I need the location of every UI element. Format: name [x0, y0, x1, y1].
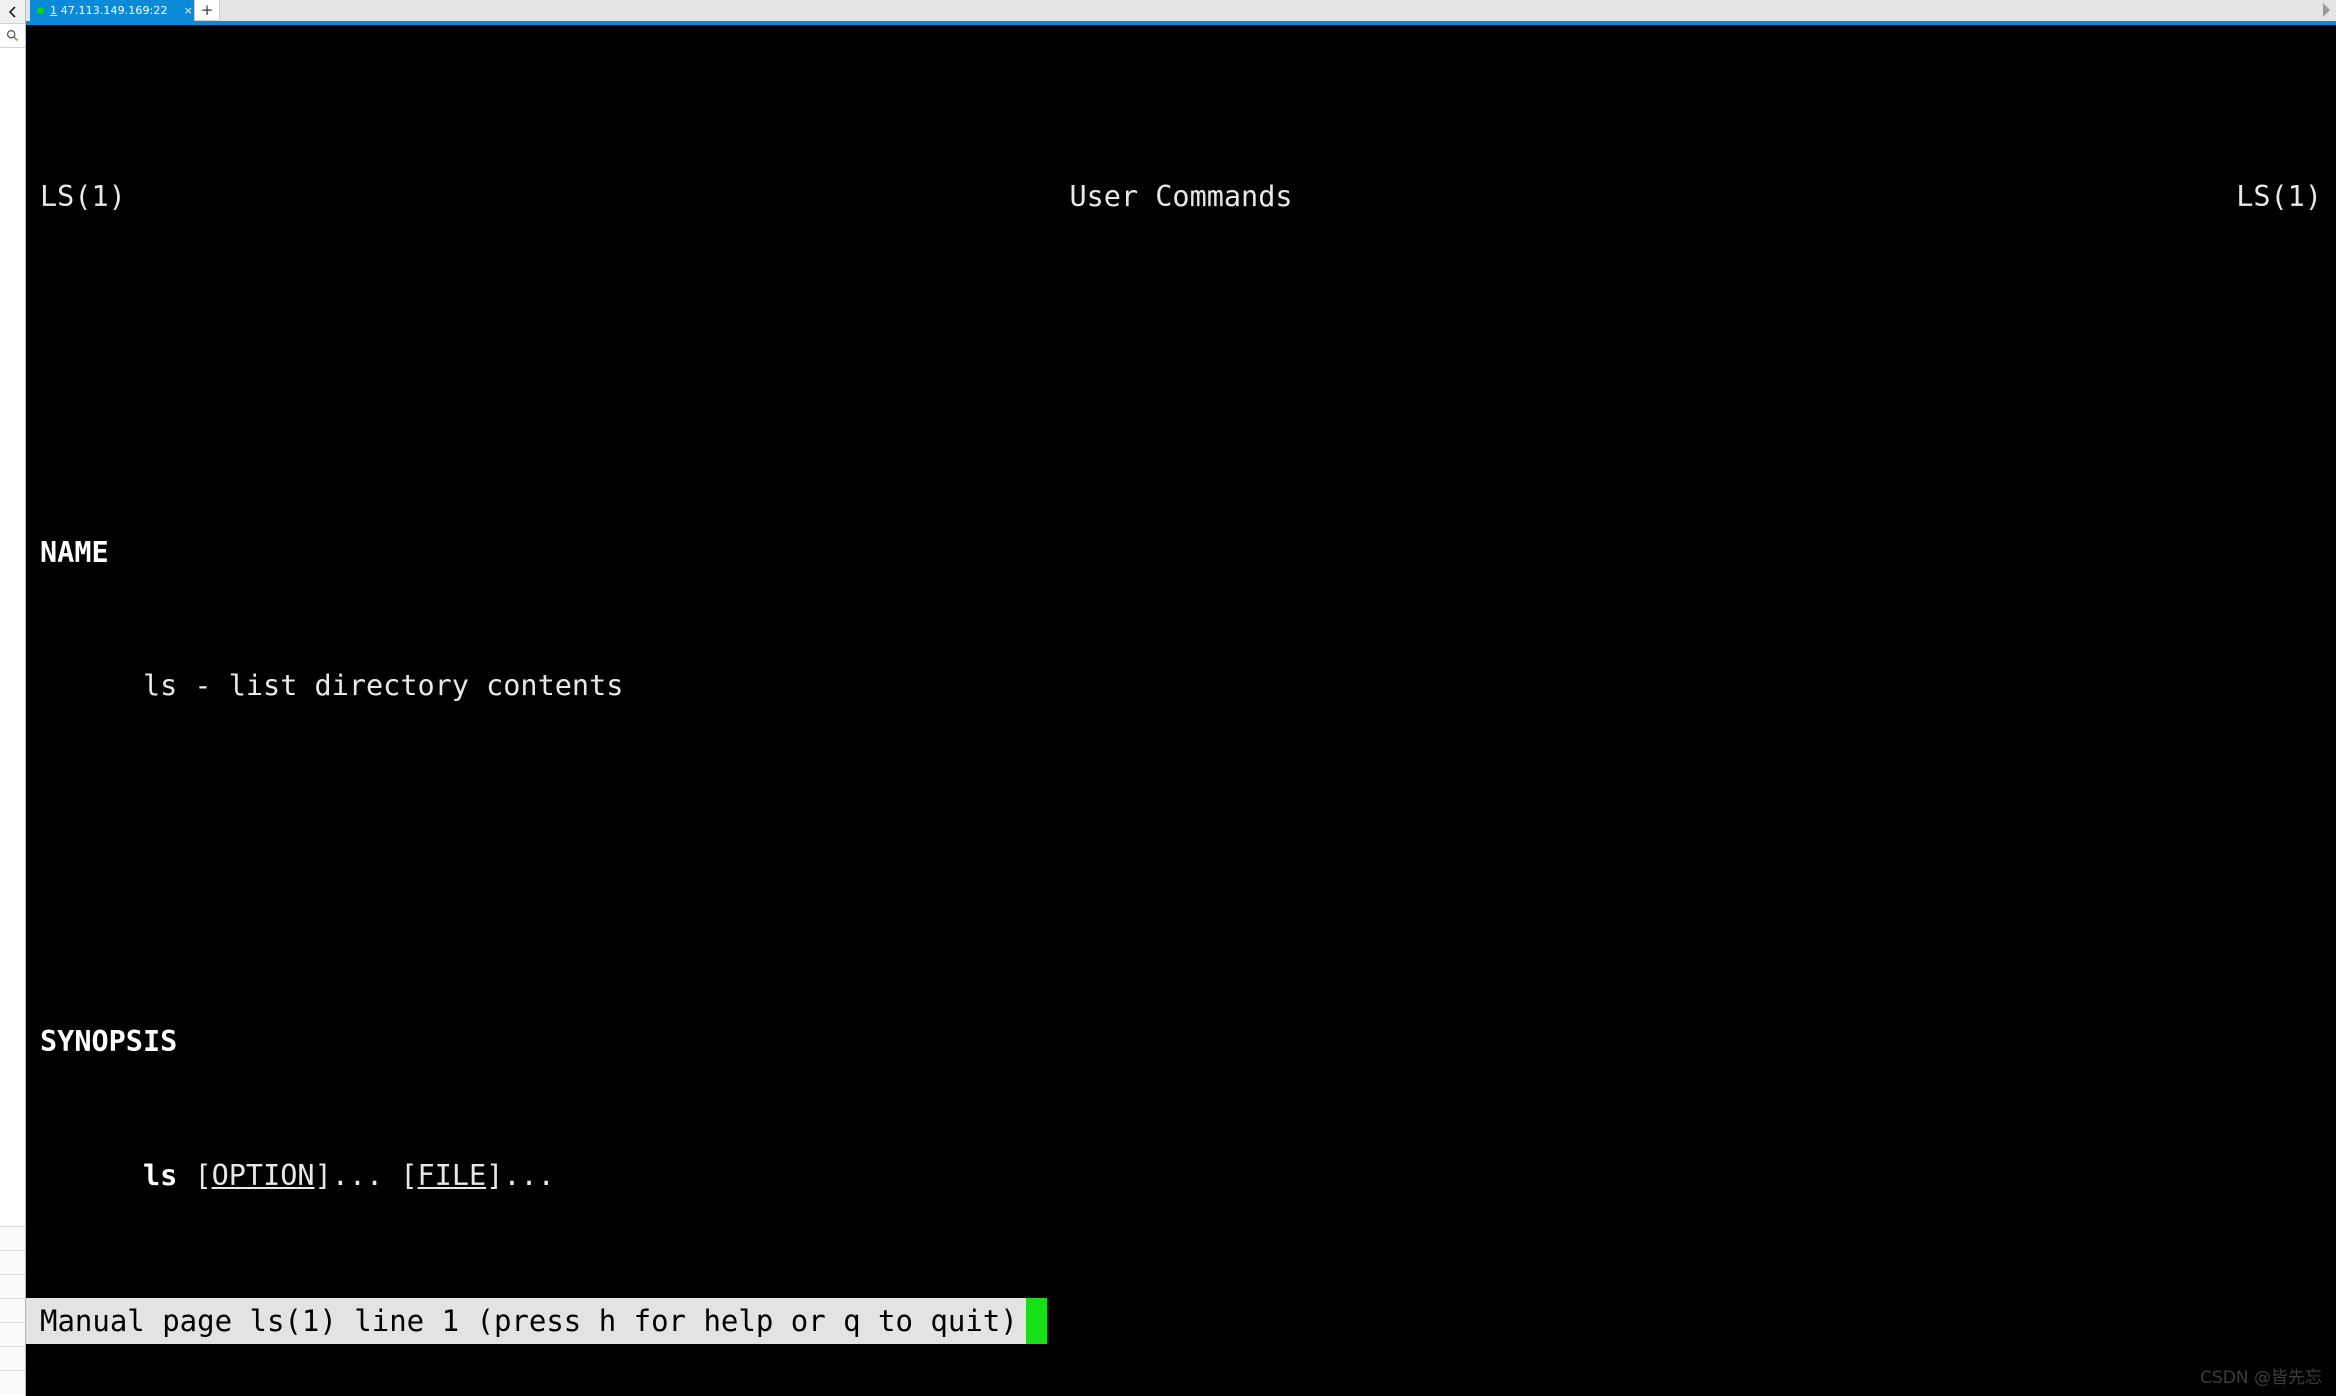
tab-label: 1 47.113.149.169:22	[50, 4, 168, 17]
sidebar-divider	[0, 1322, 25, 1346]
text-cursor	[1025, 1298, 1047, 1344]
sidebar-divider	[0, 1274, 25, 1298]
manpage-content: LS(1) User Commands LS(1) NAME ls - list d…	[26, 25, 2336, 1396]
connection-status-icon	[37, 7, 44, 14]
synopsis-command: ls	[142, 1158, 178, 1192]
synopsis-text-2: ]... [	[314, 1158, 418, 1192]
sidebar-divider	[0, 1298, 25, 1322]
manpage-header: LS(1) User Commands LS(1)	[26, 175, 2336, 220]
synopsis-text-3: ]...	[486, 1158, 555, 1192]
tab-title: 47.113.149.169:22	[57, 4, 168, 17]
watermark: CSDN @皆先忘	[2200, 1368, 2322, 1388]
tab-bar: 1 47.113.149.169:22 × +	[26, 0, 2336, 21]
sidebar-divider	[0, 1370, 25, 1394]
less-status-bar[interactable]: Manual page ls(1) line 1 (press h for he…	[26, 1298, 1047, 1344]
sidebar-divider	[0, 1346, 25, 1370]
chevron-left-icon	[8, 5, 16, 18]
manpage-header-center: User Commands	[1069, 179, 1293, 213]
manpage-header-right: LS(1)	[2236, 179, 2322, 213]
sidebar-divider	[0, 1250, 25, 1274]
search-icon	[6, 29, 19, 42]
search-button[interactable]	[0, 24, 25, 48]
chevron-right-icon[interactable]	[2323, 3, 2330, 17]
synopsis-text-1: [	[177, 1158, 212, 1192]
section-title-name: NAME	[40, 535, 109, 569]
manpage-header-left: LS(1)	[40, 179, 126, 213]
new-tab-button[interactable]: +	[194, 0, 220, 21]
synopsis-indent	[40, 1159, 143, 1192]
left-sidebar	[0, 0, 26, 1396]
synopsis-file-token: FILE	[417, 1158, 487, 1192]
accent-rule	[26, 21, 2336, 25]
terminal-window: 1 47.113.149.169:22 × + LS(1) User Comman…	[0, 0, 2336, 1396]
synopsis-line: ls [OPTION]... [FILE]...	[26, 1154, 2336, 1199]
back-button[interactable]	[0, 0, 25, 24]
close-icon[interactable]: ×	[184, 5, 193, 16]
synopsis-option-token: OPTION	[211, 1158, 315, 1192]
name-description: ls - list directory contents	[40, 669, 624, 702]
terminal-screen[interactable]: LS(1) User Commands LS(1) NAME ls - list d…	[26, 25, 2336, 1396]
sidebar-divider-group	[0, 1226, 25, 1396]
sidebar-divider	[0, 1226, 25, 1250]
status-bar-text: Manual page ls(1) line 1 (press h for he…	[26, 1298, 1026, 1344]
tab-ssh-session[interactable]: 1 47.113.149.169:22 ×	[30, 0, 201, 21]
section-title-synopsis: SYNOPSIS	[40, 1025, 178, 1058]
